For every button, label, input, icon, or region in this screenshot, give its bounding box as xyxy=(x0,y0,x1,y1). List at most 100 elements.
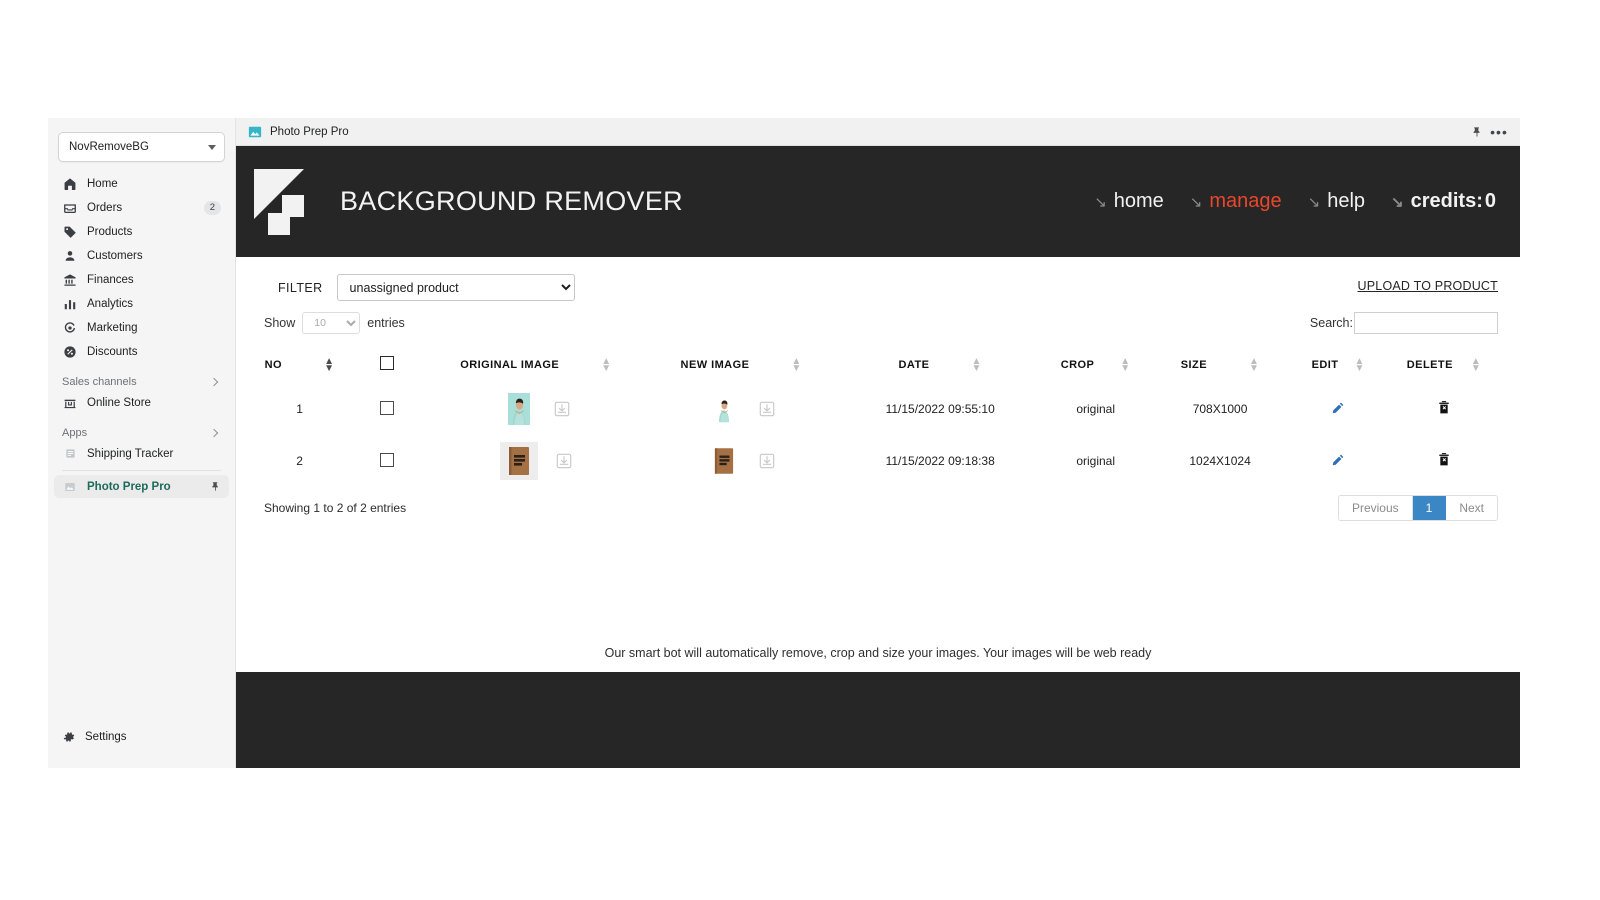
column-select-all[interactable] xyxy=(343,350,430,383)
delete-cell[interactable] xyxy=(1388,435,1500,487)
new-image-cell xyxy=(642,383,841,435)
sidebar-item-label: Products xyxy=(87,225,133,238)
table-footer: Showing 1 to 2 of 2 entries Previous 1 N… xyxy=(256,495,1500,533)
column-label: EDIT xyxy=(1311,358,1339,371)
download-icon[interactable] xyxy=(556,453,572,469)
column-label: SIZE xyxy=(1180,358,1207,371)
sidebar-item-home[interactable]: Home xyxy=(54,172,229,195)
pagination-previous[interactable]: Previous xyxy=(1338,496,1413,520)
sidebar-item-photo-prep-pro[interactable]: Photo Prep Pro xyxy=(54,475,229,498)
column-date[interactable]: DATE ▲ ▼ xyxy=(841,350,1040,383)
show-label: Show xyxy=(264,316,296,330)
pencil-icon[interactable] xyxy=(1331,401,1345,415)
sidebar-item-settings[interactable]: Settings xyxy=(48,724,235,750)
sidebar-section-apps[interactable]: Apps xyxy=(54,427,229,439)
settings-label: Settings xyxy=(85,731,127,743)
sidebar-item-shipping-tracker[interactable]: Shipping Tracker xyxy=(54,442,229,465)
pencil-icon[interactable] xyxy=(1331,453,1345,467)
sidebar-nav: Home Orders 2 Products Customers Finance… xyxy=(48,172,235,499)
store-icon xyxy=(62,395,78,411)
new-thumbnail[interactable] xyxy=(707,444,741,478)
app-footer-bar xyxy=(236,672,1520,768)
tagline: Our smart bot will automatically remove,… xyxy=(604,646,1152,660)
delete-cell[interactable] xyxy=(1388,383,1500,435)
app-pane: Photo Prep Pro ••• BACKGROUND REMOVER ↘ … xyxy=(236,118,1520,768)
arrow-down-right-icon: ↘ xyxy=(1391,193,1404,211)
pagination-page-1[interactable]: 1 xyxy=(1412,496,1447,520)
sidebar-section-sales-channels[interactable]: Sales channels xyxy=(54,376,229,388)
filter-row: FILTER unassigned product UPLOAD TO PROD… xyxy=(256,257,1500,301)
sales-channels-title: Sales channels xyxy=(62,376,137,388)
filter-select[interactable]: unassigned product xyxy=(336,274,575,301)
nav-link-manage[interactable]: ↘ manage xyxy=(1190,190,1282,213)
images-table: NO ▲ ▼ ORIGINAL IMAGE ▲ ▼ NEW IMAGE ▲ ▼ … xyxy=(256,350,1500,487)
customers-person-icon xyxy=(62,248,78,264)
more-dots: ••• xyxy=(1490,123,1508,140)
edit-cell[interactable] xyxy=(1288,435,1388,487)
row-checkbox[interactable] xyxy=(379,400,394,415)
app-window: NovRemoveBG Home Orders 2 Products Custo… xyxy=(48,118,1520,768)
sidebar-item-discounts[interactable]: Discounts xyxy=(54,340,229,363)
date-cell: 11/15/2022 09:55:10 xyxy=(885,402,995,416)
edit-cell[interactable] xyxy=(1288,383,1388,435)
show-entries-select[interactable]: 10 xyxy=(302,312,361,334)
pin-icon[interactable] xyxy=(1466,122,1488,142)
window-titlebar: Photo Prep Pro ••• xyxy=(236,118,1520,146)
date-cell: 11/15/2022 09:18:38 xyxy=(885,454,995,468)
download-icon[interactable] xyxy=(759,453,775,469)
sidebar-item-label: Analytics xyxy=(87,297,134,310)
size-cell: 1024X1024 xyxy=(1189,454,1251,468)
nav-link-help[interactable]: ↘ help xyxy=(1308,190,1365,213)
products-tag-icon xyxy=(62,224,78,240)
row-checkbox[interactable] xyxy=(379,452,394,467)
window-title: Photo Prep Pro xyxy=(270,125,349,138)
sidebar-item-orders[interactable]: Orders 2 xyxy=(54,196,229,219)
column-crop[interactable]: CROP ▲ ▼ xyxy=(1040,350,1152,383)
sidebar-item-marketing[interactable]: Marketing xyxy=(54,316,229,339)
download-icon[interactable] xyxy=(554,401,570,417)
sidebar-item-online-store[interactable]: Online Store xyxy=(54,391,229,414)
nav-link-label: home xyxy=(1113,190,1164,212)
brand: BACKGROUND REMOVER xyxy=(254,168,683,235)
show-entries-row: Show 10 entries Search: xyxy=(264,312,1500,334)
finances-bank-icon xyxy=(62,272,78,288)
photo-app-icon xyxy=(248,125,262,139)
column-original-image[interactable]: ORIGINAL IMAGE ▲ ▼ xyxy=(430,350,641,383)
store-selector[interactable]: NovRemoveBG xyxy=(58,132,225,162)
search-input[interactable] xyxy=(1354,312,1498,334)
column-delete[interactable]: DELETE ▲ ▼ xyxy=(1388,350,1500,383)
new-thumbnail[interactable] xyxy=(707,392,741,426)
sidebar-item-analytics[interactable]: Analytics xyxy=(54,292,229,315)
chevron-right-icon xyxy=(209,377,219,387)
column-label: CROP xyxy=(1060,358,1095,371)
row-select-cell[interactable] xyxy=(343,435,430,487)
search-area: Search: xyxy=(1310,312,1498,334)
row-select-cell[interactable] xyxy=(343,383,430,435)
column-edit[interactable]: EDIT ▲ ▼ xyxy=(1288,350,1388,383)
pagination-next[interactable]: Next xyxy=(1446,496,1497,520)
column-size[interactable]: SIZE ▲ ▼ xyxy=(1152,350,1289,383)
sidebar-item-label: Shipping Tracker xyxy=(87,447,174,460)
trash-icon[interactable] xyxy=(1437,452,1451,467)
sidebar-item-products[interactable]: Products xyxy=(54,220,229,243)
trash-icon[interactable] xyxy=(1437,400,1451,415)
nav-credits[interactable]: ↘ credits: 0 xyxy=(1391,190,1496,213)
pin-icon[interactable] xyxy=(210,481,221,492)
more-options-icon[interactable]: ••• xyxy=(1488,122,1510,142)
crop-cell: original xyxy=(1076,454,1116,468)
upload-to-product-link[interactable]: UPLOAD TO PRODUCT xyxy=(1358,279,1498,293)
column-no[interactable]: NO ▲ ▼ xyxy=(256,350,343,383)
original-thumbnail[interactable] xyxy=(502,392,536,426)
download-icon[interactable] xyxy=(759,401,775,417)
sidebar-item-label: Marketing xyxy=(87,321,138,334)
sidebar-item-customers[interactable]: Customers xyxy=(54,244,229,267)
screen: NovRemoveBG Home Orders 2 Products Custo… xyxy=(0,0,1600,900)
nav-link-home[interactable]: ↘ home xyxy=(1094,190,1164,213)
select-all-checkbox[interactable] xyxy=(379,356,394,370)
pagination: Previous 1 Next xyxy=(1337,495,1498,521)
sidebar-item-finances[interactable]: Finances xyxy=(54,268,229,291)
column-new-image[interactable]: NEW IMAGE ▲ ▼ xyxy=(642,350,841,383)
original-thumbnail[interactable] xyxy=(499,442,538,480)
sidebar-item-label: Discounts xyxy=(87,345,138,358)
chevron-right-icon xyxy=(209,428,219,438)
